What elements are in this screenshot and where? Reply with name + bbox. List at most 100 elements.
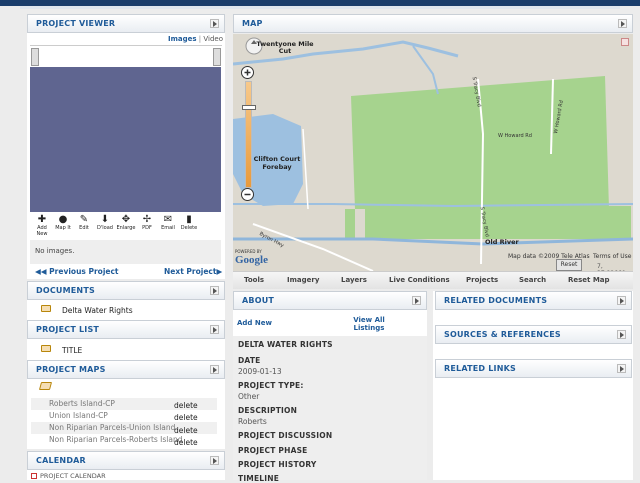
project-viewer-header: PROJECT VIEWER xyxy=(27,14,225,33)
calendar-icon xyxy=(31,473,37,479)
documents-title: DOCUMENTS xyxy=(36,286,95,295)
expand-arrow-icon[interactable] xyxy=(210,456,219,465)
expand-arrow-icon[interactable] xyxy=(617,296,626,305)
map-canvas[interactable]: Twentyone Mile Cut Clifton Court Forebay… xyxy=(233,34,633,271)
add-new-link[interactable]: Add New xyxy=(237,319,272,327)
map-row-name[interactable]: Roberts Island-CP xyxy=(49,399,115,408)
green-area xyxy=(345,209,355,239)
project-history-label: PROJECT HISTORY xyxy=(238,460,317,469)
description-value: Roberts xyxy=(238,417,267,426)
calendar-header: CALENDAR xyxy=(27,451,225,470)
map-row-name[interactable]: Non Riparian Parcels-Union Island xyxy=(49,423,175,432)
sources-references-title: SOURCES & REFERENCES xyxy=(444,330,561,339)
toolbar-button-label: Add New xyxy=(36,225,48,237)
next-project-link[interactable]: Next Project▶ xyxy=(164,267,222,276)
date-label: DATE xyxy=(238,356,261,365)
project-type-label: PROJECT TYPE: xyxy=(238,381,304,390)
plus-icon: ✚ xyxy=(37,214,47,225)
trash-icon: ▮ xyxy=(186,214,192,225)
media-separator: | xyxy=(198,35,202,43)
toolbar-button-label: Enlarge xyxy=(116,225,136,231)
date-value: 2009-01-13 xyxy=(238,367,282,376)
toolbar-button-label: Map It xyxy=(55,225,71,231)
tab-search[interactable]: Search xyxy=(519,276,546,284)
fullscreen-icon[interactable] xyxy=(621,38,629,46)
scroll-right-handle[interactable] xyxy=(213,48,221,66)
add-new-button[interactable]: ✚ Add New xyxy=(31,214,53,237)
calendar-item[interactable]: PROJECT CALENDAR xyxy=(40,472,106,480)
delete-button[interactable]: ▮ Delete xyxy=(178,214,200,236)
toolbar-button-label: Email xyxy=(161,225,175,231)
project-list-item[interactable]: TITLE xyxy=(62,346,82,355)
tab-layers[interactable]: Layers xyxy=(341,276,367,284)
view-all-listings-link[interactable]: View All Listings xyxy=(349,316,389,332)
images-link[interactable]: Images xyxy=(168,35,197,43)
map-place-label: Clifton Court Forebay xyxy=(253,155,301,171)
no-images-text: No images. xyxy=(35,247,75,255)
project-phase-label: PROJECT PHASE xyxy=(238,446,308,455)
zoom-in-icon[interactable] xyxy=(241,66,254,81)
expand-arrow-icon[interactable] xyxy=(618,19,627,28)
tab-tools[interactable]: Tools xyxy=(244,276,264,284)
image-viewer-area[interactable] xyxy=(30,67,221,212)
expand-arrow-icon[interactable] xyxy=(210,325,219,334)
thumbnail-strip xyxy=(30,45,222,66)
map-row-name[interactable]: Union Island-CP xyxy=(49,411,108,420)
map-row: Union Island-CP delete xyxy=(31,410,217,422)
top-bar xyxy=(0,0,640,9)
delete-link[interactable]: delete xyxy=(174,413,198,422)
map-it-button[interactable]: ● Map It xyxy=(52,214,74,236)
related-links-header: RELATED LINKS xyxy=(435,359,632,378)
map-place-label: Twentyone Mile Cut xyxy=(256,40,314,55)
email-button[interactable]: ✉ Email xyxy=(157,214,179,236)
map-row: Roberts Island-CP delete xyxy=(31,398,217,410)
zoom-out-icon[interactable] xyxy=(241,188,254,203)
pdf-icon: ✢ xyxy=(142,214,152,225)
enlarge-button[interactable]: ✥ Enlarge xyxy=(115,214,137,236)
expand-arrow-icon[interactable] xyxy=(210,365,219,374)
about-title: ABOUT xyxy=(242,296,275,305)
toolbar-button-label: PDF xyxy=(142,225,152,231)
expand-arrow-icon[interactable] xyxy=(210,286,219,295)
delete-link[interactable]: delete xyxy=(174,438,198,447)
pdf-button[interactable]: ✢ PDF xyxy=(136,214,158,236)
tab-imagery[interactable]: Imagery xyxy=(287,276,319,284)
edit-button[interactable]: ✎ Edit xyxy=(73,214,95,236)
documents-header: DOCUMENTS xyxy=(27,281,225,300)
media-switch: Images | Video xyxy=(168,35,223,43)
project-viewer-title: PROJECT VIEWER xyxy=(36,19,116,28)
terms-link[interactable]: Terms of Use xyxy=(593,253,631,260)
tab-projects[interactable]: Projects xyxy=(466,276,498,284)
previous-project-link[interactable]: ◀◀ Previous Project xyxy=(35,267,119,276)
project-type-value: Other xyxy=(238,392,260,401)
video-link[interactable]: Video xyxy=(203,35,223,43)
expand-arrow-icon[interactable] xyxy=(210,19,219,28)
toolbar-button-label: D'load xyxy=(97,225,113,231)
map-reset-button[interactable]: Reset xyxy=(556,259,582,271)
expand-arrow-icon[interactable] xyxy=(412,296,421,305)
scroll-left-handle[interactable] xyxy=(31,48,39,66)
toolbar-button-label: Edit xyxy=(79,225,89,231)
about-header: ABOUT xyxy=(233,291,427,310)
email-icon: ✉ xyxy=(163,214,173,225)
related-documents-title: RELATED DOCUMENTS xyxy=(444,296,548,305)
tab-live-conditions[interactable]: Live Conditions xyxy=(389,276,450,284)
delete-link[interactable]: delete xyxy=(174,401,198,410)
zoom-slider-handle[interactable] xyxy=(242,105,256,110)
map-row-name[interactable]: Non Riparian Parcels-Roberts Island xyxy=(49,435,183,444)
map-row: Non Riparian Parcels-Union Island delete xyxy=(31,422,217,435)
expand-arrow-icon[interactable] xyxy=(617,330,626,339)
d-load-button[interactable]: ⬇ D'load xyxy=(94,214,116,236)
zoom-slider[interactable] xyxy=(245,81,252,188)
map-place-label: W Howard Rd xyxy=(498,133,532,139)
tab-reset-map[interactable]: Reset Map xyxy=(568,276,610,284)
prev-arrow-icon: ◀◀ xyxy=(35,267,47,276)
next-project-label: Next Project xyxy=(164,267,217,276)
document-item[interactable]: Delta Water Rights xyxy=(62,306,133,315)
project-maps-title: PROJECT MAPS xyxy=(36,365,106,374)
toolbar-button-label: Delete xyxy=(180,225,198,231)
expand-arrow-icon[interactable] xyxy=(617,364,626,373)
download-icon: ⬇ xyxy=(100,214,110,225)
globe-icon: ● xyxy=(58,214,68,225)
viewer-toolbar: ✚ Add New ● Map It ✎ Edit ⬇ D'load ✥ Enlarge ✢ PDF ✉… xyxy=(30,212,221,238)
